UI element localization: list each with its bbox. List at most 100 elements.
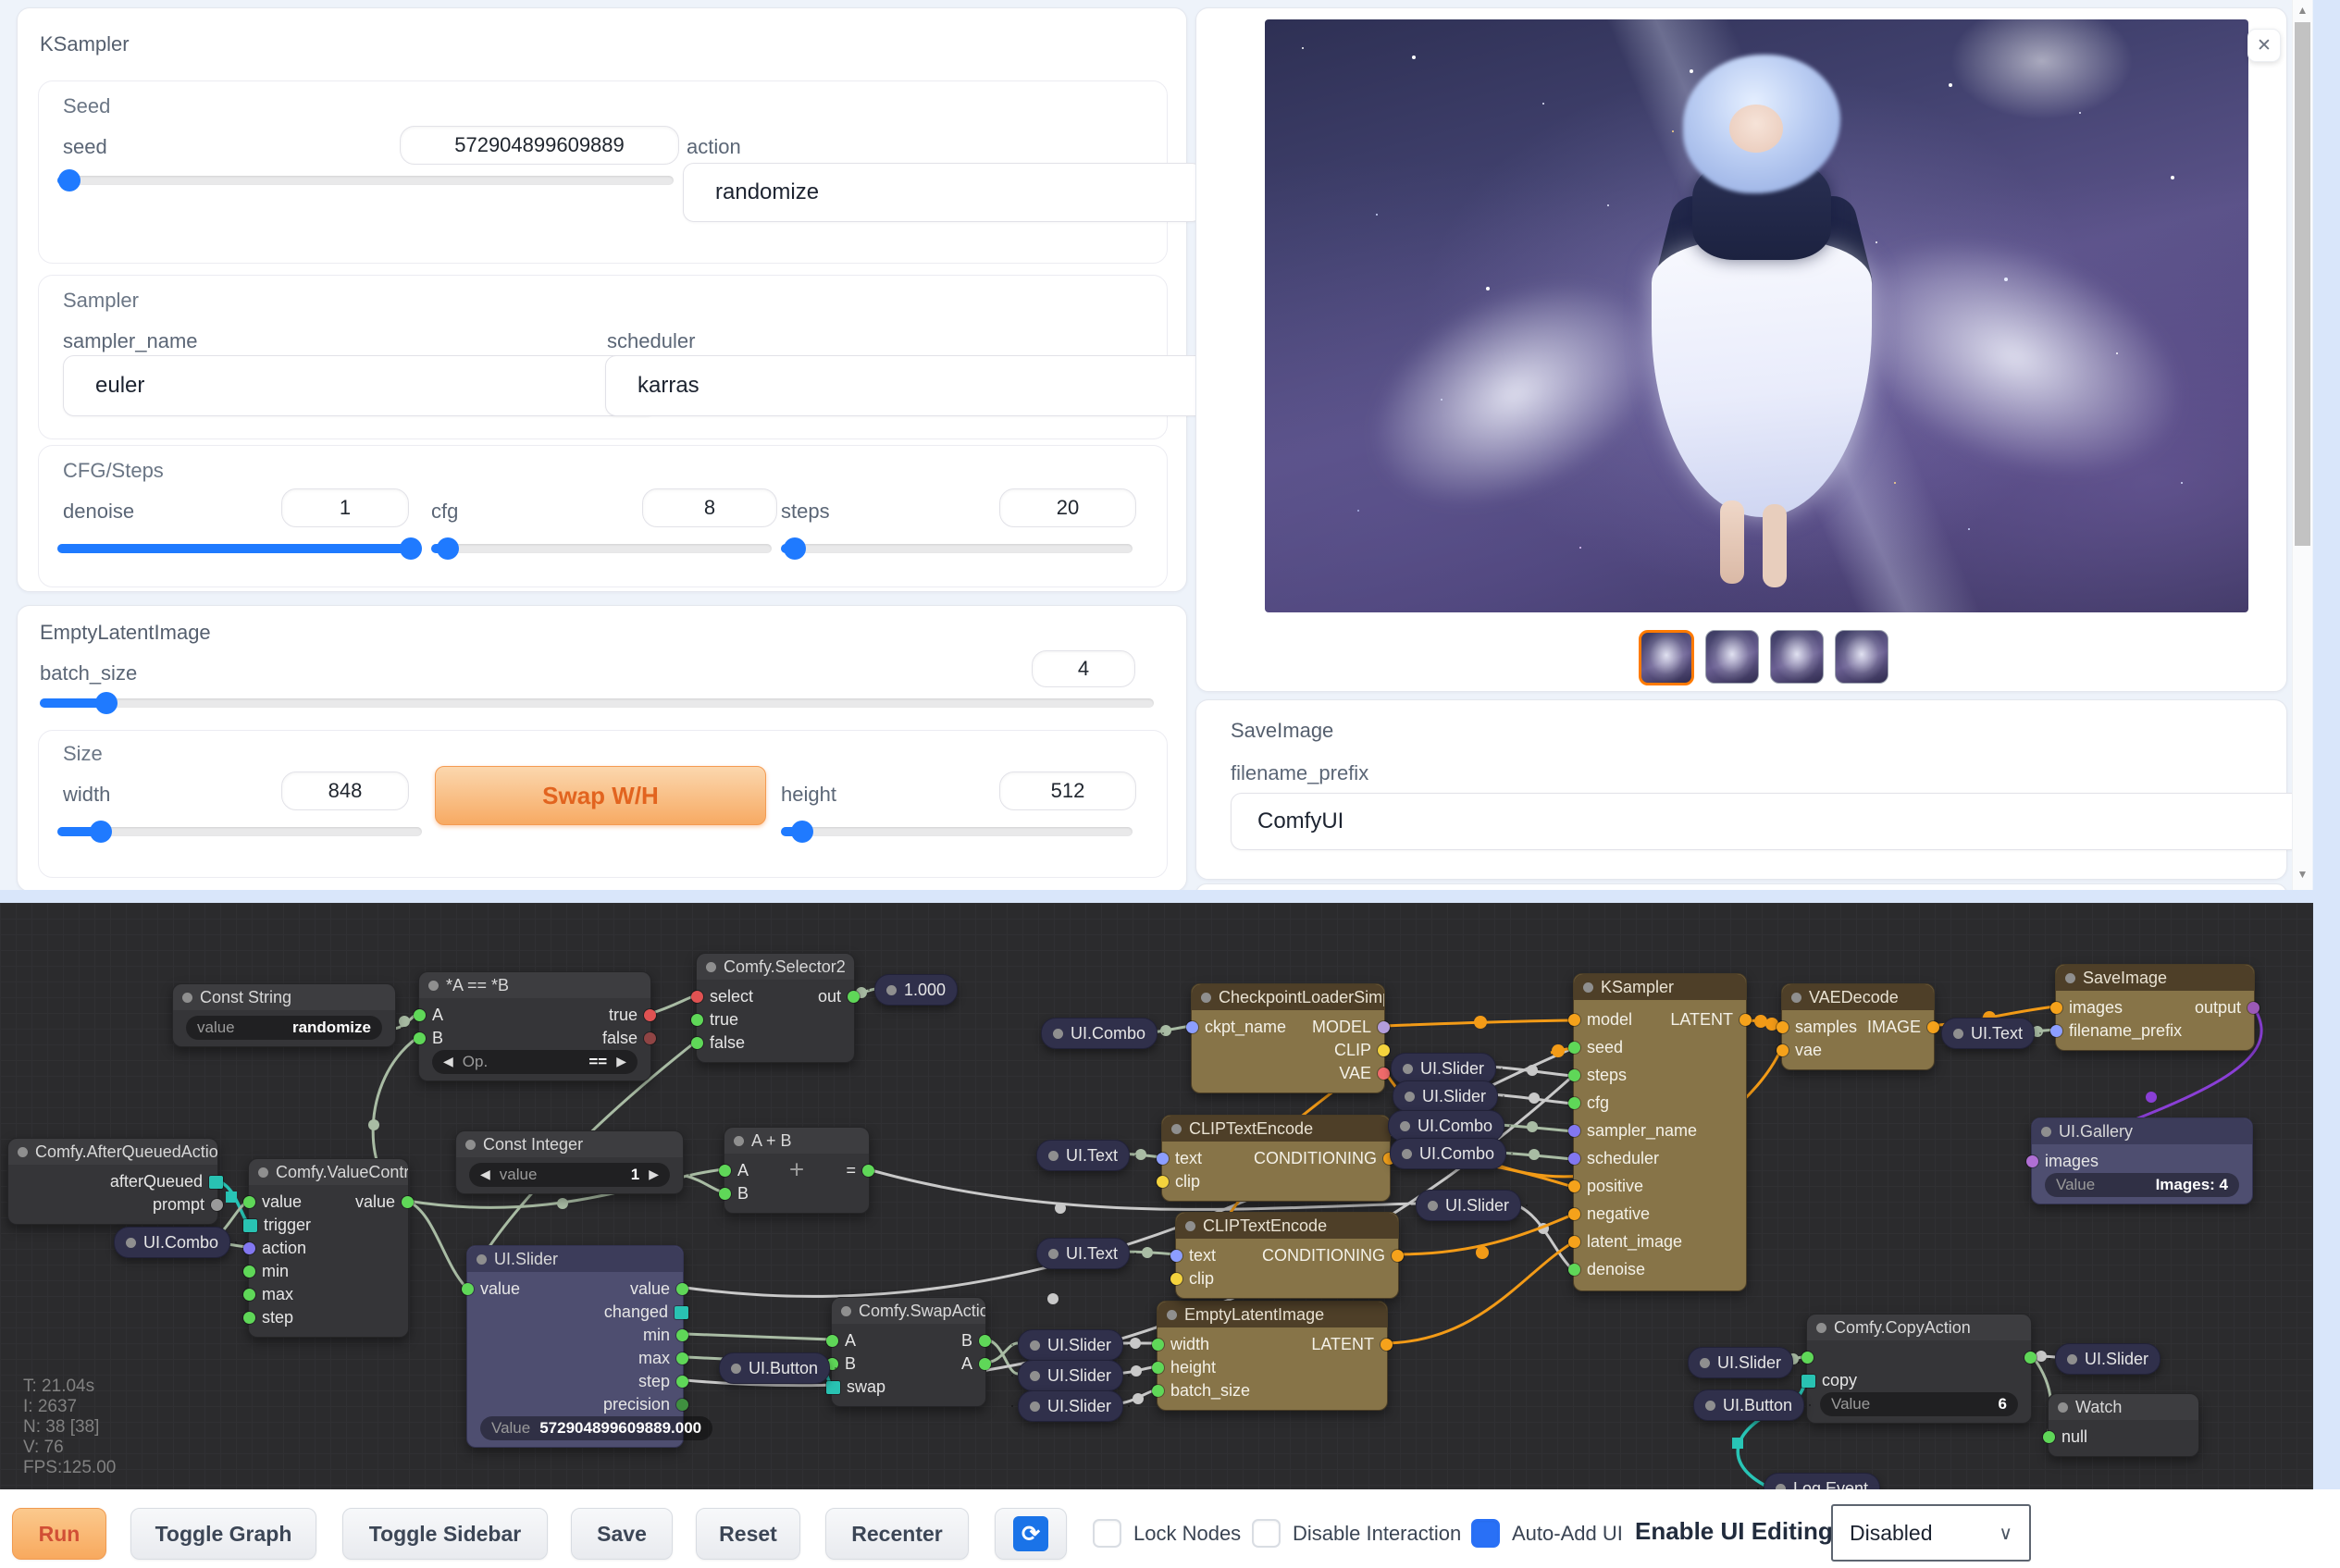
node-a-equals-b[interactable]: *A == *BAtrueBfalse◀Op.==▶ [418, 971, 651, 1081]
emptylatent-panel: EmptyLatentImage batch_size Size width S… [17, 605, 1187, 892]
node-watch[interactable]: Watchnull [2048, 1393, 2199, 1457]
close-preview-button[interactable]: ✕ [2247, 29, 2281, 62]
steps-label: steps [781, 500, 830, 524]
steps-input[interactable] [999, 488, 1136, 527]
node-ui-slider-cfg[interactable]: UI.Slider [1393, 1080, 1498, 1112]
width-input[interactable] [281, 772, 409, 810]
save-button[interactable]: Save [571, 1508, 673, 1560]
recenter-button[interactable]: Recenter [825, 1508, 969, 1560]
ksampler-panel-title: KSampler [40, 32, 130, 56]
seed-heading: Seed [63, 94, 110, 118]
node-pill-1000[interactable]: 1.000 [874, 974, 958, 1006]
batch-size-input[interactable] [1032, 650, 1135, 687]
node-log-event[interactable]: Log Event [1764, 1473, 1880, 1489]
generated-image-preview[interactable] [1265, 19, 2248, 612]
node-ui-combo-ckpt[interactable]: UI.Combo [1041, 1018, 1158, 1049]
height-input[interactable] [999, 772, 1136, 810]
seed-input[interactable] [400, 126, 679, 165]
denoise-input[interactable] [281, 488, 409, 527]
node-ui-slider-copy-out[interactable]: UI.Slider [2055, 1343, 2160, 1375]
toggle-sidebar-button[interactable]: Toggle Sidebar [342, 1508, 548, 1560]
toggle-graph-button[interactable]: Toggle Graph [130, 1508, 316, 1560]
steps-slider[interactable] [781, 544, 1133, 553]
batch-size-slider[interactable] [40, 698, 1154, 708]
node-ui-text-negative[interactable]: UI.Text [1036, 1238, 1130, 1269]
dress-swoosh-right [1812, 192, 2217, 522]
node-ui-text-filename[interactable]: UI.Text [1941, 1018, 2035, 1049]
node-ui-slider-width[interactable]: UI.Slider [1018, 1329, 1123, 1361]
node-comfy-copyaction[interactable]: Comfy.CopyActioncopyValue6 [1806, 1314, 2032, 1424]
node-comfy-swapaction[interactable]: Comfy.SwapActionABBAswap [831, 1297, 986, 1407]
node-ui-slider-steps[interactable]: UI.Slider [1391, 1053, 1496, 1084]
node-ui-slider-batch[interactable]: UI.Slider [1018, 1390, 1123, 1422]
scroll-down-icon[interactable]: ▼ [2293, 868, 2312, 881]
node-a-plus-b[interactable]: A + BA+=B [724, 1127, 870, 1214]
filename-prefix-input[interactable]: ComfyUI [1231, 793, 2306, 850]
node-comfy-valuecontrol[interactable]: Comfy.ValueControlvaluevaluetriggeractio… [248, 1158, 409, 1338]
thumbnail-2[interactable] [1705, 630, 1759, 684]
scroll-up-icon[interactable]: ▲ [2293, 4, 2312, 17]
scrollbar-thumb[interactable] [2295, 22, 2310, 546]
action-select[interactable]: randomize [683, 163, 1203, 222]
node-const-integer[interactable]: Const Integer◀value1▶ [455, 1130, 684, 1194]
chevron-down-icon: ∨ [1999, 1522, 2012, 1545]
node-comfy-afterqueuedaction[interactable]: Comfy.AfterQueuedActionafterQueuedprompt [7, 1138, 218, 1225]
node-ui-gallery[interactable]: UI.GalleryimagesValueImages: 4 [2031, 1117, 2253, 1204]
node-cliptextencode-positive[interactable]: CLIPTextEncodetextCONDITIONINGclip [1161, 1115, 1391, 1202]
reset-button[interactable]: Reset [696, 1508, 800, 1560]
seed-slider[interactable] [57, 176, 674, 185]
ksampler-panel: KSampler Seed seed action randomize Samp… [17, 7, 1187, 592]
bottom-toolbar: Run Toggle Graph Toggle Sidebar Save Res… [0, 1489, 2340, 1568]
scheduler-label: scheduler [607, 329, 695, 353]
swap-wh-button[interactable]: Swap W/H [435, 766, 766, 825]
node-ui-text-positive[interactable]: UI.Text [1036, 1140, 1130, 1171]
node-ui-button-swap[interactable]: UI.Button [719, 1352, 830, 1384]
node-ui-combo-sampler[interactable]: UI.Combo [1388, 1110, 1504, 1142]
cfg-steps-heading: CFG/Steps [63, 459, 164, 483]
height-label: height [781, 783, 836, 807]
node-cliptextencode-negative[interactable]: CLIPTextEncodetextCONDITIONINGclip [1175, 1212, 1399, 1299]
thumbnail-3[interactable] [1770, 630, 1824, 684]
node-comfy-selector2[interactable]: Comfy.Selector2selectouttruefalse [696, 953, 855, 1063]
node-ui-slider-height[interactable]: UI.Slider [1018, 1360, 1123, 1391]
cfg-steps-section: CFG/Steps denoise cfg steps [38, 445, 1168, 587]
width-slider[interactable] [57, 827, 422, 836]
run-button[interactable]: Run [12, 1508, 106, 1560]
width-label: width [63, 783, 110, 807]
disable-interaction-label: Disable Interaction [1293, 1522, 1461, 1546]
denoise-slider[interactable] [57, 544, 422, 553]
node-ui-slider-seed[interactable]: UI.Slidervaluevaluechangedminmaxstepprec… [466, 1245, 684, 1448]
sampler-section: Sampler sampler_name scheduler euler kar… [38, 275, 1168, 439]
node-vaedecode[interactable]: VAEDecodesamplesIMAGEvae [1781, 983, 1935, 1070]
height-slider[interactable] [781, 827, 1133, 836]
node-saveimage[interactable]: SaveImageimagesoutputfilename_prefix [2055, 964, 2255, 1051]
vertical-scrollbar[interactable]: ▲ ▼ [2292, 0, 2312, 890]
node-ui-slider-copy-in[interactable]: UI.Slider [1688, 1347, 1793, 1378]
scheduler-value: karras [638, 373, 700, 399]
scheduler-select[interactable]: karras [605, 355, 1207, 416]
ui-editing-dropdown[interactable]: Disabled ∨ [1831, 1504, 2031, 1562]
sampler-name-select[interactable]: euler [63, 355, 657, 416]
thumbnail-4[interactable] [1835, 630, 1888, 684]
node-ui-slider-denoise[interactable]: UI.Slider [1416, 1190, 1521, 1221]
node-emptylatentimage[interactable]: EmptyLatentImagewidthLATENTheightbatch_s… [1157, 1301, 1388, 1411]
node-checkpointloadersimple[interactable]: CheckpointLoaderSimpleckpt_nameMODELCLIP… [1191, 983, 1385, 1093]
node-ui-combo-afterqueued[interactable]: UI.Combo [114, 1227, 230, 1258]
refresh-button[interactable]: ⟳ [995, 1508, 1067, 1560]
node-ksampler[interactable]: KSamplermodelLATENTseedstepscfgsampler_n… [1573, 973, 1747, 1291]
node-ui-combo-scheduler[interactable]: UI.Combo [1390, 1138, 1506, 1169]
figure-face [1729, 105, 1783, 153]
cfg-input[interactable] [642, 488, 777, 527]
node-graph-canvas[interactable]: Const Stringvaluerandomize *A == *BAtrueB… [0, 903, 2313, 1489]
disable-interaction-checkbox[interactable] [1252, 1519, 1281, 1548]
thumbnail-1[interactable] [1639, 630, 1694, 685]
lock-nodes-checkbox[interactable] [1093, 1519, 1121, 1548]
auto-add-ui-checkbox[interactable] [1471, 1519, 1500, 1548]
filename-prefix-label: filename_prefix [1231, 761, 1368, 785]
node-ui-button-copy[interactable]: UI.Button [1693, 1389, 1804, 1421]
enable-ui-editing-label: Enable UI Editing [1635, 1517, 1833, 1546]
node-const-string[interactable]: Const Stringvaluerandomize [172, 983, 396, 1047]
cfg-slider[interactable] [431, 544, 772, 553]
figure-legs [1720, 500, 1744, 584]
action-select-value: randomize [715, 179, 819, 205]
